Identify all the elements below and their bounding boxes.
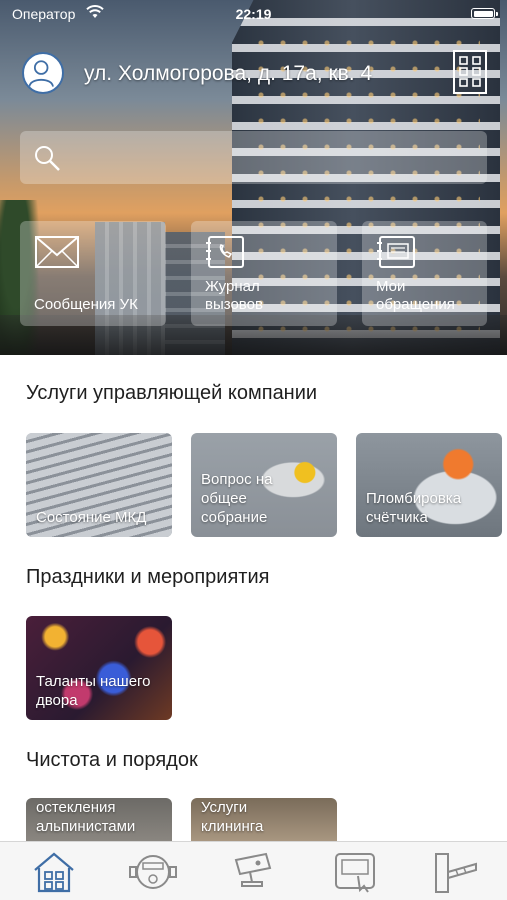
battery-icon bbox=[471, 8, 498, 19]
tab-home[interactable] bbox=[29, 850, 79, 894]
quick-requests-label: Мои обращения bbox=[376, 278, 455, 313]
device-icon bbox=[377, 236, 415, 268]
home-icon bbox=[34, 852, 74, 893]
tab-cameras[interactable] bbox=[228, 850, 278, 894]
hero-banner: Оператор 22:19 ул. Холмогорова, д. 17а, … bbox=[0, 0, 507, 355]
status-bar: Оператор 22:19 bbox=[0, 0, 507, 28]
card-window-cleaning[interactable]: остекления альпинистами bbox=[26, 798, 172, 841]
card-cleaning-services[interactable]: Услуги клининга bbox=[191, 798, 337, 841]
quick-call-log-tile[interactable]: Журнал вызовов bbox=[191, 221, 337, 326]
user-icon bbox=[28, 60, 54, 87]
profile-avatar-button[interactable] bbox=[22, 52, 64, 94]
address-label[interactable]: ул. Холмогорова, д. 17а, кв. 4 bbox=[84, 62, 372, 86]
bottom-tab-bar bbox=[0, 841, 507, 900]
search-input[interactable] bbox=[72, 141, 472, 173]
search-icon bbox=[35, 146, 60, 171]
card-meter-sealing[interactable]: Пломбировка счётчика bbox=[356, 433, 502, 537]
envelope-icon bbox=[35, 236, 79, 268]
section-title-events: Праздники и мероприятия bbox=[26, 566, 270, 588]
quick-requests-tile[interactable]: Мои обращения bbox=[362, 221, 487, 326]
clock: 22:19 bbox=[235, 6, 272, 22]
section-title-services: Услуги управляющей компании bbox=[26, 382, 318, 404]
card-label: Состояние МКД bbox=[36, 509, 147, 526]
tab-intercom[interactable] bbox=[330, 850, 380, 894]
quick-call-log-label: Журнал вызовов bbox=[205, 278, 263, 313]
card-yard-talents[interactable]: Таланты нашего двора bbox=[26, 616, 172, 720]
card-label: Услуги клининга bbox=[201, 799, 264, 835]
meter-icon bbox=[129, 855, 177, 889]
section-title-cleanliness: Чистота и порядок bbox=[26, 749, 198, 771]
barrier-icon bbox=[435, 853, 477, 893]
quick-messages-tile[interactable]: Сообщения УК bbox=[20, 221, 166, 326]
camera-icon bbox=[234, 852, 272, 887]
tab-barrier[interactable] bbox=[430, 850, 480, 894]
intercom-icon bbox=[335, 853, 375, 893]
card-meeting-question[interactable]: Вопрос на общее собрание bbox=[191, 433, 337, 537]
card-building-status[interactable]: Состояние МКД bbox=[26, 433, 172, 537]
card-label: остекления альпинистами bbox=[36, 799, 136, 835]
search-bar[interactable] bbox=[20, 131, 487, 184]
building-button[interactable] bbox=[452, 49, 488, 95]
card-label: Вопрос на общее собрание bbox=[201, 471, 273, 526]
intercom-phone-icon bbox=[206, 236, 244, 268]
quick-messages-label: Сообщения УК bbox=[34, 296, 138, 313]
card-label: Таланты нашего двора bbox=[36, 673, 151, 709]
card-label: Пломбировка счётчика bbox=[366, 490, 462, 526]
tab-meters[interactable] bbox=[128, 850, 178, 894]
building-icon bbox=[453, 50, 487, 94]
